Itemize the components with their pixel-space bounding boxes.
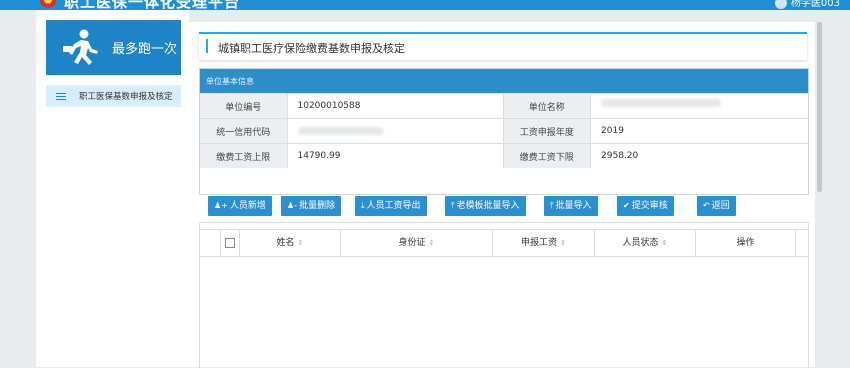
back-label: 返回	[711, 201, 730, 211]
page-title: 城镇职工医疗保险缴费基数申报及核定	[218, 42, 405, 55]
user-name: 杨学医003	[790, 0, 840, 9]
unit-info-panel: 单位基本信息 单位编号 10200010588 单位名称 统一信用代码 工资申报…	[199, 68, 809, 195]
user-avatar-icon	[774, 0, 787, 9]
col-wage-label: 申报工资	[521, 238, 558, 248]
col-status-label: 人员状态	[622, 238, 659, 248]
logo-text: 最多跑一次	[112, 42, 178, 57]
wage-year-label: 工资申报年度	[503, 118, 592, 144]
select-all-checkbox[interactable]	[225, 237, 235, 248]
col-actions-label: 操作	[736, 238, 755, 248]
unit-info-table: 单位编号 10200010588 单位名称 统一信用代码 工资申报年度 2019…	[200, 93, 808, 168]
top-header-bar: 职工医保一体化受理平台 杨学医003	[0, 0, 850, 10]
add-person-button[interactable]: ♟+ 人员新增	[208, 196, 272, 216]
user-menu[interactable]: 杨学医003	[774, 0, 840, 9]
main-panel: 城镇职工医疗保险缴费基数申报及核定 单位基本信息 单位编号 1020001058…	[189, 22, 815, 368]
wage-floor-value: 2958.20	[590, 143, 808, 168]
col-name-label: 姓名	[276, 238, 295, 248]
submit-review-button[interactable]: ✔ 提交审核	[617, 196, 674, 216]
personnel-table: 姓名 ⇕ 身份证 ⇕ 申报工资 ⇕ 人员状态 ⇕ 操作	[199, 222, 809, 368]
export-wages-label: 人员工资导出	[366, 201, 421, 211]
back-arrow-icon: ↶	[703, 201, 710, 210]
info-row: 统一信用代码 工资申报年度 2019	[200, 118, 808, 144]
running-man-icon	[63, 29, 98, 65]
app-title: 职工医保一体化受理平台	[64, 0, 241, 10]
batch-import-button[interactable]: ⤒ 批量导入	[544, 196, 598, 216]
sort-icon: ⇕	[560, 239, 566, 247]
national-emblem-icon	[40, 0, 56, 8]
page-scrollbar[interactable]	[817, 22, 822, 192]
unit-info-title: 单位基本信息	[206, 77, 254, 86]
credit-code-label: 统一信用代码	[200, 118, 288, 144]
upload-icon: ⤒	[550, 201, 554, 210]
wage-cap-label: 缴费工资上限	[200, 143, 288, 168]
list-icon	[56, 93, 66, 100]
action-toolbar: ♟+ 人员新增 ♟- 批量删除 ⤓ 人员工资导出 ⤒ 老模板批量导入 ⤒ 批量导入 ✔ 提交…	[199, 196, 807, 219]
sidebar-item-base-declaration[interactable]: 职工医保基数申报及核定	[46, 85, 181, 107]
submit-review-label: 提交审核	[631, 201, 668, 211]
table-header: 姓名 ⇕ 身份证 ⇕ 申报工资 ⇕ 人员状态 ⇕ 操作	[200, 229, 808, 257]
info-row: 单位编号 10200010588 单位名称	[200, 93, 808, 119]
col-header-wage[interactable]: 申报工资 ⇕	[493, 230, 595, 256]
col-id-label: 身份证	[398, 238, 426, 248]
wage-year-value: 2019	[590, 118, 808, 144]
logo-banner: 最多跑一次	[46, 20, 181, 75]
unit-id-value: 10200010588	[287, 93, 504, 119]
info-row: 缴费工资上限 14790.99 缴费工资下限 2958.20	[200, 143, 808, 168]
export-wages-button[interactable]: ⤓ 人员工资导出	[355, 196, 427, 216]
wage-floor-label: 缴费工资下限	[503, 143, 592, 168]
unit-id-label: 单位编号	[200, 93, 288, 119]
col-header-id-card[interactable]: 身份证 ⇕	[341, 230, 493, 256]
sort-icon: ⇕	[428, 239, 435, 247]
sort-icon: ⇕	[297, 239, 304, 247]
redacted-text	[601, 98, 722, 107]
user-plus-icon: ♟+	[214, 201, 228, 210]
upload-icon: ⤒	[451, 201, 455, 210]
row-number-header	[200, 230, 221, 256]
col-header-actions: 操作	[696, 230, 796, 256]
wage-cap-value: 14790.99	[287, 143, 504, 168]
page-title-card: 城镇职工医疗保险缴费基数申报及核定	[199, 32, 807, 60]
download-icon: ⤓	[361, 201, 365, 210]
col-header-status[interactable]: 人员状态 ⇕	[595, 230, 696, 256]
sidebar: 最多跑一次 职工医保基数申报及核定	[36, 10, 189, 367]
unit-name-value	[590, 93, 808, 119]
col-header-name[interactable]: 姓名 ⇕	[240, 230, 341, 256]
add-person-label: 人员新增	[229, 201, 266, 211]
unit-name-label: 单位名称	[503, 93, 592, 119]
unit-info-header: 单位基本信息	[200, 69, 808, 93]
sort-icon: ⇕	[661, 239, 668, 247]
old-template-import-label: 老模板批量导入	[456, 201, 520, 211]
old-template-import-button[interactable]: ⤒ 老模板批量导入	[445, 196, 526, 216]
title-accent-bar	[206, 39, 208, 53]
batch-import-label: 批量导入	[555, 201, 592, 211]
credit-code-value	[287, 118, 504, 144]
batch-delete-button[interactable]: ♟- 批量删除	[281, 196, 342, 216]
user-minus-icon: ♟-	[287, 201, 298, 210]
back-button[interactable]: ↶ 返回	[697, 196, 736, 216]
select-all-cell	[221, 230, 240, 256]
sidebar-item-label: 职工医保基数申报及核定	[79, 92, 173, 102]
check-icon: ✔	[623, 201, 630, 210]
redacted-text	[297, 126, 383, 135]
batch-delete-label: 批量删除	[299, 201, 336, 211]
